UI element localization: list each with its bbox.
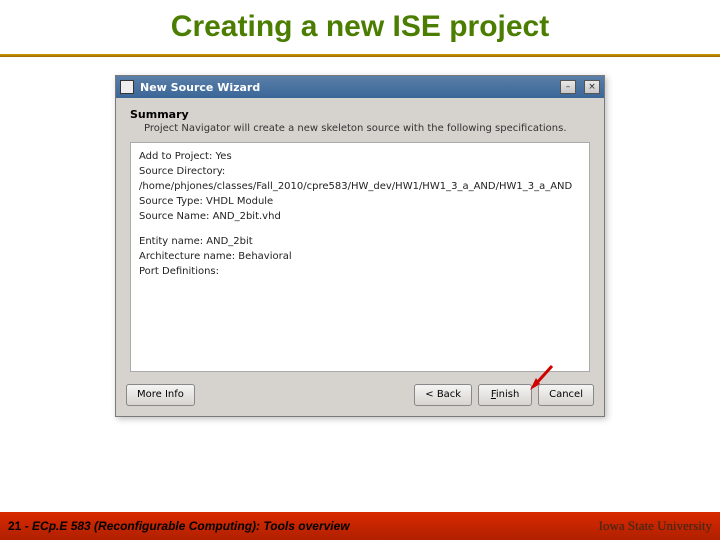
finish-button[interactable]: Finish [478,384,532,406]
summary-line: Source Type: VHDL Module [139,194,581,209]
summary-text-box: Add to Project: Yes Source Directory: /h… [130,142,590,372]
summary-line: Source Name: AND_2bit.vhd [139,209,581,224]
back-button[interactable]: < Back [414,384,472,406]
app-icon [120,80,134,94]
summary-line: Entity name: AND_2bit [139,234,581,249]
close-icon[interactable]: × [584,80,600,94]
footer-left: 21 - ECp.E 583 (Reconfigurable Computing… [8,519,350,533]
summary-heading: Summary [130,108,590,121]
slide-footer: 21 - ECp.E 583 (Reconfigurable Computing… [0,512,720,540]
slide-title: Creating a new ISE project [0,0,720,50]
titlebar: New Source Wizard – × [116,76,604,98]
summary-block-entity: Entity name: AND_2bit Architecture name:… [139,234,581,279]
course-label: ECp.E 583 (Reconfigurable Computing): To… [32,519,350,533]
summary-block-project: Add to Project: Yes Source Directory: /h… [139,149,581,224]
summary-line: Add to Project: Yes [139,149,581,164]
dialog-body: Summary Project Navigator will create a … [116,98,604,378]
footer-university: Iowa State University [599,518,712,534]
title-underline [0,54,720,57]
wizard-dialog: New Source Wizard – × Summary Project Na… [115,75,605,417]
summary-line: Source Directory: [139,164,581,179]
summary-line: /home/phjones/classes/Fall_2010/cpre583/… [139,179,581,194]
summary-line: Port Definitions: [139,264,581,279]
page-number: 21 [8,519,21,533]
minimize-icon[interactable]: – [560,80,576,94]
summary-line: Architecture name: Behavioral [139,249,581,264]
summary-description: Project Navigator will create a new skel… [144,123,590,134]
more-info-button[interactable]: More Info [126,384,195,406]
button-row: More Info < Back Finish Cancel [116,378,604,416]
window-title: New Source Wizard [140,81,552,94]
cancel-button[interactable]: Cancel [538,384,594,406]
